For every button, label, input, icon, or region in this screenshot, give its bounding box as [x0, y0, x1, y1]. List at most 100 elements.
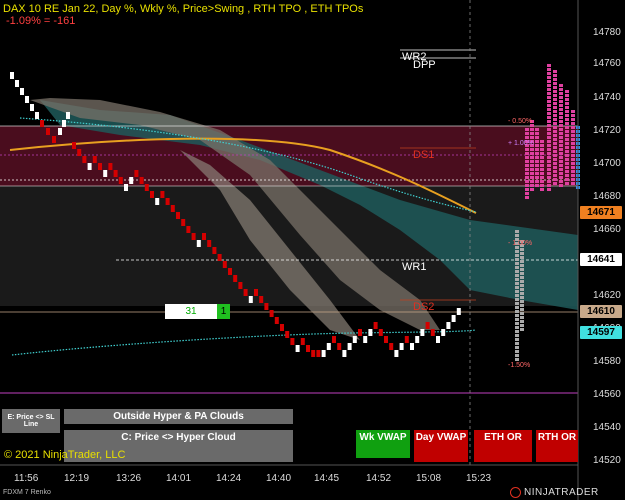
tpo-block: [547, 64, 551, 67]
tpo-block: [515, 358, 519, 361]
tpo-block: [547, 104, 551, 107]
tpo-block: [520, 312, 524, 315]
wk-vwap-button[interactable]: Wk VWAP: [356, 430, 410, 458]
rth-or-button[interactable]: RTH OR: [536, 430, 578, 462]
up-brick: [87, 163, 92, 170]
pct-label-3: - 1.00%: [508, 240, 533, 247]
price-tick: 14580: [593, 356, 621, 367]
tpo-block: [553, 78, 557, 81]
tpo-block: [525, 160, 529, 163]
tpo-block: [515, 310, 519, 313]
tpo-block: [535, 184, 539, 187]
tpo-block: [553, 150, 557, 153]
down-brick: [77, 149, 82, 156]
down-brick: [264, 303, 269, 310]
tpo-block: [520, 288, 524, 291]
price-tick: 14700: [593, 158, 621, 169]
tpo-block: [565, 162, 569, 165]
up-brick: [394, 350, 399, 357]
tpo-block: [571, 114, 575, 117]
tpo-block: [547, 76, 551, 79]
tpo-block: [520, 328, 524, 331]
time-tick: 15:23: [466, 473, 492, 484]
tpo-block: [540, 164, 544, 167]
tpo-block: [553, 102, 557, 105]
tpo-block: [565, 106, 569, 109]
tpo-block: [547, 164, 551, 167]
pct-label-2: + 1.00%: [508, 140, 534, 147]
tpo-block: [553, 118, 557, 121]
chart-title: DAX 10 RE Jan 22, Day %, Wkly %, Price>S…: [3, 3, 364, 15]
tpo-block: [515, 262, 519, 265]
tpo-block: [547, 92, 551, 95]
up-brick: [62, 120, 66, 127]
tpo-block: [553, 82, 557, 85]
price-tick: 14540: [593, 422, 621, 433]
down-brick: [165, 198, 170, 205]
tpo-block: [565, 114, 569, 117]
tpo-block: [540, 148, 544, 151]
tpo-block: [553, 94, 557, 97]
tpo-block: [559, 108, 563, 111]
tpo-block: [540, 168, 544, 171]
tpo-block: [559, 96, 563, 99]
tpo-block: [515, 306, 519, 309]
price-tick: 14740: [593, 92, 621, 103]
renko-chart[interactable]: [0, 0, 625, 500]
up-brick: [363, 336, 368, 343]
tpo-block: [547, 100, 551, 103]
brick-counter: 31: [165, 304, 217, 319]
tpo-block: [547, 96, 551, 99]
up-brick: [66, 112, 70, 119]
time-tick: 14:45: [314, 473, 340, 484]
tpo-block: [515, 286, 519, 289]
tpo-block: [515, 338, 519, 341]
tpo-block: [553, 162, 557, 165]
tpo-block: [565, 138, 569, 141]
tpo-block: [559, 160, 563, 163]
tpo-block: [565, 174, 569, 177]
up-brick: [196, 240, 201, 247]
down-brick: [233, 275, 238, 282]
down-brick: [144, 184, 149, 191]
down-brick: [40, 120, 44, 127]
tpo-block: [520, 256, 524, 259]
down-brick: [280, 324, 284, 331]
tpo-block: [540, 180, 544, 183]
tpo-block: [530, 156, 534, 159]
ninjatrader-logo: NINJATRADER: [510, 487, 599, 498]
tpo-block: [571, 142, 575, 145]
tpo-block: [565, 126, 569, 129]
up-brick: [295, 345, 300, 352]
tpo-block: [565, 182, 569, 185]
tpo-block: [520, 264, 524, 267]
tpo-block: [515, 314, 519, 317]
time-tick: 14:24: [216, 473, 242, 484]
tpo-block: [565, 98, 569, 101]
tpo-block: [515, 266, 519, 269]
tpo-block: [515, 274, 519, 277]
up-brick: [368, 329, 373, 336]
tpo-block: [520, 248, 524, 251]
price-sl-line-button[interactable]: E: Price <> SL Line: [2, 409, 60, 433]
up-brick: [451, 315, 456, 322]
up-brick: [58, 128, 62, 135]
tpo-block: [547, 68, 551, 71]
outside-hyper-pa-clouds-button[interactable]: Outside Hyper & PA Clouds: [64, 409, 293, 424]
day-vwap-button[interactable]: Day VWAP: [414, 430, 468, 462]
tpo-block: [553, 90, 557, 93]
tpo-block: [525, 196, 529, 199]
tpo-block: [525, 184, 529, 187]
tpo-block: [547, 116, 551, 119]
tpo-block: [553, 174, 557, 177]
tpo-block: [515, 326, 519, 329]
tpo-block: [535, 140, 539, 143]
tpo-block: [559, 120, 563, 123]
down-brick: [238, 282, 243, 289]
eth-or-button[interactable]: ETH OR: [474, 430, 532, 462]
up-brick: [399, 343, 404, 350]
tpo-block: [565, 130, 569, 133]
tpo-block: [520, 280, 524, 283]
down-brick: [181, 219, 186, 226]
down-brick: [113, 170, 118, 177]
